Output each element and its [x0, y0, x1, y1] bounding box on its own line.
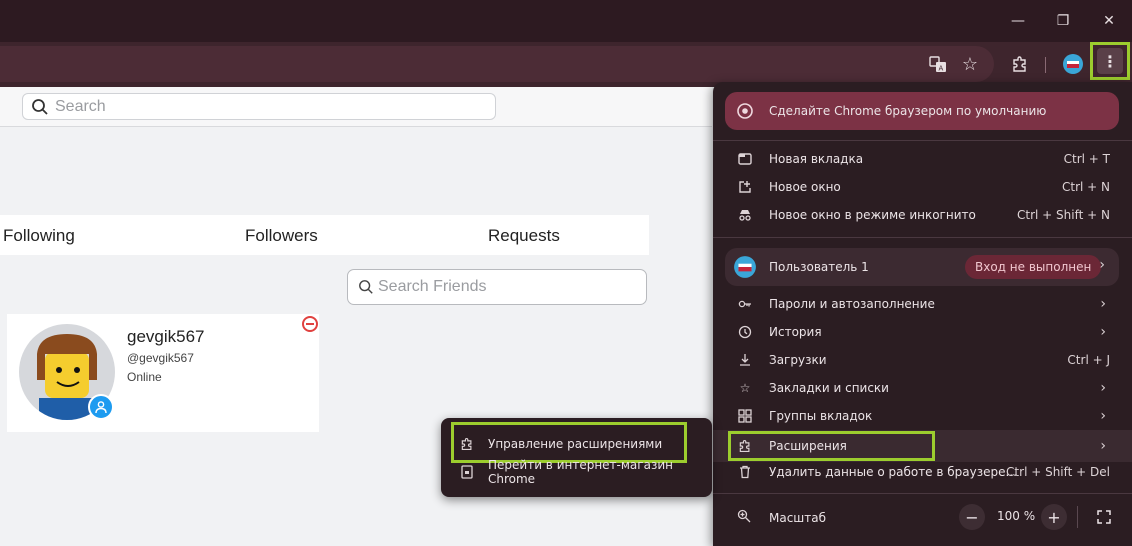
tab-groups-label: Группы вкладок [769, 409, 873, 423]
friends-tabs: Following Followers Requests [0, 215, 649, 255]
chrome-logo-icon [737, 103, 753, 119]
bookmarks-label: Закладки и списки [769, 381, 889, 395]
browser-toolbar: A ☆ ⋮ [0, 42, 1132, 87]
zoom-value: 100 % [997, 509, 1036, 523]
extensions-submenu: Управление расширениями Перейти в интерн… [441, 418, 712, 497]
clear-data-label: Удалить данные о работе в браузере... [769, 465, 1017, 479]
user-icon [95, 401, 107, 414]
restore-button[interactable]: ❐ [1048, 8, 1078, 34]
menu-divider [713, 493, 1132, 494]
menu-item-passwords[interactable]: Пароли и автозаполнение › [713, 290, 1132, 318]
web-store-icon [459, 464, 475, 480]
zoom-divider [1077, 506, 1078, 528]
svg-text:A: A [939, 65, 944, 73]
tab-requests[interactable]: Requests [488, 226, 560, 246]
trash-icon [737, 464, 753, 480]
chevron-right-icon: › [1100, 296, 1106, 312]
close-button[interactable]: ✕ [1094, 8, 1124, 34]
set-default-label: Сделайте Chrome браузером по умолчанию [769, 104, 1047, 118]
chevron-right-icon: › [1100, 408, 1106, 424]
menu-item-downloads[interactable]: Загрузки Ctrl + J [713, 346, 1132, 374]
puzzle-icon [737, 438, 753, 454]
key-icon [737, 296, 753, 312]
set-default-browser-banner[interactable]: Сделайте Chrome браузером по умолчанию [725, 92, 1119, 130]
menu-item-bookmarks[interactable]: ☆ Закладки и списки › [713, 374, 1132, 402]
signin-status-badge[interactable]: Вход не выполнен [965, 255, 1102, 279]
profile-label: Пользователь 1 [769, 260, 869, 274]
incognito-shortcut: Ctrl + Shift + N [1017, 208, 1110, 222]
site-search[interactable] [22, 93, 496, 120]
fullscreen-icon[interactable] [1091, 504, 1117, 530]
presence-badge [88, 394, 114, 420]
menu-item-profile[interactable]: Пользователь 1 Вход не выполнен › [725, 248, 1119, 286]
minimize-button[interactable]: — [1003, 8, 1033, 34]
extensions-icon[interactable] [1007, 51, 1033, 77]
friend-card[interactable]: gevgik567 @gevgik567 Online [7, 314, 319, 432]
downloads-shortcut: Ctrl + J [1067, 353, 1110, 367]
clear-data-shortcut: Ctrl + Shift + Del [1006, 465, 1110, 479]
new-window-shortcut: Ctrl + N [1061, 180, 1110, 194]
friend-status: Online [127, 370, 162, 384]
chrome-main-menu: Сделайте Chrome браузером по умолчанию Н… [713, 82, 1132, 546]
menu-item-zoom: Масштаб − 100 % + [713, 502, 1132, 532]
search-icon [32, 98, 48, 115]
submenu-item-web-store[interactable]: Перейти в интернет-магазин Chrome [441, 458, 712, 486]
translate-icon[interactable]: A [925, 51, 951, 77]
menu-divider [713, 237, 1132, 238]
new-tab-label: Новая вкладка [769, 152, 864, 166]
remove-friend-icon[interactable] [302, 316, 318, 332]
incognito-label: Новое окно в режиме инкогнито [769, 208, 976, 222]
new-tab-shortcut: Ctrl + T [1063, 152, 1110, 166]
grid-icon [737, 408, 753, 424]
zoom-icon [737, 509, 751, 526]
profile-avatar-small [733, 255, 757, 282]
menu-item-clear-data[interactable]: Удалить данные о работе в браузере... Ct… [713, 458, 1132, 486]
window-titlebar: — ❐ ✕ [0, 0, 1132, 42]
page-header [0, 87, 712, 127]
manage-extensions-label: Управление расширениями [488, 437, 663, 451]
profile-avatar[interactable] [1060, 51, 1086, 77]
star-icon[interactable]: ☆ [957, 51, 983, 77]
puzzle-icon [459, 436, 475, 452]
menu-item-tab-groups[interactable]: Группы вкладок › [713, 402, 1132, 430]
new-window-label: Новое окно [769, 180, 841, 194]
submenu-item-manage-extensions[interactable]: Управление расширениями [441, 430, 712, 458]
tab-followers[interactable]: Followers [245, 226, 318, 246]
passwords-label: Пароли и автозаполнение [769, 297, 935, 311]
tab-following[interactable]: Following [3, 226, 75, 246]
menu-divider [713, 140, 1132, 141]
toolbar-divider [1045, 57, 1046, 73]
menu-item-new-window[interactable]: Новое окно Ctrl + N [713, 173, 1132, 201]
search-icon [359, 280, 373, 294]
site-search-input[interactable] [55, 97, 455, 116]
web-store-label: Перейти в интернет-магазин Chrome [488, 458, 673, 486]
new-tab-icon [737, 151, 753, 167]
zoom-in-button[interactable]: + [1041, 504, 1067, 530]
chevron-right-icon: › [1099, 257, 1105, 273]
chevron-right-icon: › [1100, 324, 1106, 340]
friends-search-input[interactable] [378, 278, 628, 296]
extensions-label: Расширения [769, 439, 847, 453]
history-label: История [769, 325, 822, 339]
friend-handle: @gevgik567 [127, 351, 194, 365]
star-icon: ☆ [739, 381, 751, 395]
chevron-right-icon: › [1100, 380, 1106, 396]
chevron-right-icon: › [1100, 438, 1106, 454]
new-window-icon [737, 179, 753, 195]
zoom-out-button[interactable]: − [959, 504, 985, 530]
menu-item-history[interactable]: История › [713, 318, 1132, 346]
friends-search[interactable] [347, 269, 647, 305]
menu-dots-icon: ⋮ [1097, 48, 1123, 74]
incognito-icon [737, 207, 753, 223]
friend-name[interactable]: gevgik567 [127, 327, 205, 347]
menu-item-new-tab[interactable]: Новая вкладка Ctrl + T [713, 145, 1132, 173]
menu-item-incognito[interactable]: Новое окно в режиме инкогнито Ctrl + Shi… [713, 201, 1132, 229]
address-bar[interactable] [0, 46, 994, 82]
zoom-label: Масштаб [769, 511, 827, 525]
downloads-label: Загрузки [769, 353, 827, 367]
history-icon [737, 324, 753, 340]
download-icon [737, 352, 753, 368]
chrome-menu-button[interactable]: ⋮ [1090, 42, 1130, 80]
